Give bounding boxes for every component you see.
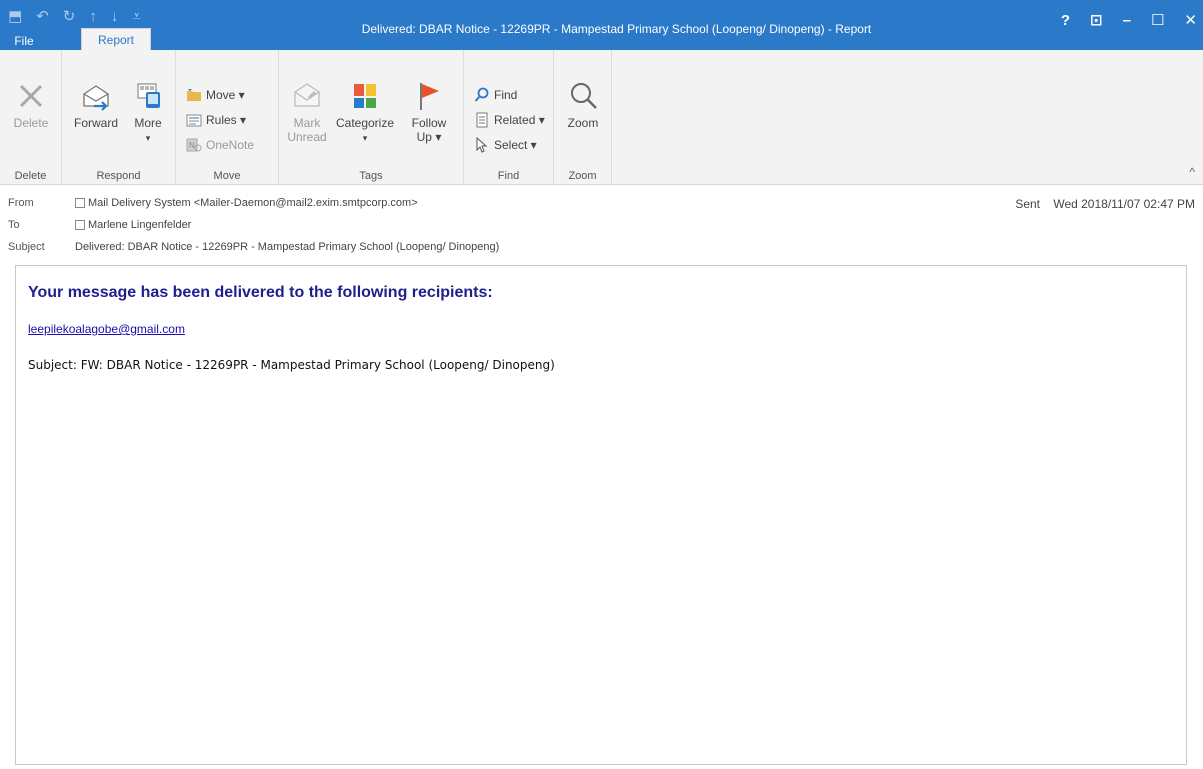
related-icon <box>476 112 488 128</box>
mark-unread-button[interactable]: Mark Unread <box>285 80 329 144</box>
collapse-ribbon-icon[interactable]: ^ <box>1189 165 1195 179</box>
minimize-button[interactable]: – <box>1123 12 1131 30</box>
find-group-label: Find <box>497 170 520 182</box>
onenote-icon: N <box>186 138 202 152</box>
window-title: Delivered: DBAR Notice - 12269PR - Mampe… <box>361 22 872 36</box>
cursor-icon <box>476 137 488 153</box>
zoom-button[interactable]: Zoom <box>560 80 606 130</box>
related-button[interactable]: Related ▾ <box>474 112 545 128</box>
follow-up-button[interactable]: Follow Up ▾ <box>401 80 457 144</box>
maximize-button[interactable]: ☐ <box>1151 12 1164 30</box>
move-group: Move ▾ Rules ▾ N OneNote Move <box>176 50 279 184</box>
subject-label: Subject <box>8 241 45 253</box>
delivery-heading: Your message has been delivered to the f… <box>28 284 493 301</box>
tags-group-label: Tags <box>359 170 383 182</box>
zoom-group: Zoom Zoom <box>554 50 612 184</box>
onenote-button[interactable]: N OneNote <box>186 137 254 153</box>
flag-icon <box>420 83 439 110</box>
move-group-label: Move <box>213 170 241 182</box>
from-value[interactable]: Mail Delivery System <Mailer-Daemon@mail… <box>88 197 418 209</box>
related-label: Related ▾ <box>494 113 545 127</box>
to-checkbox[interactable] <box>75 220 85 230</box>
more-button[interactable]: More ▾ <box>126 80 170 144</box>
forward-button[interactable]: Forward <box>68 80 124 130</box>
forward-label: Forward <box>73 116 118 130</box>
title-bar: ⬒ ↶ ↻ ↑ ↓ ⩡ Delivered: DBAR Notice - 122… <box>0 0 1203 51</box>
ribbon-display-button[interactable]: ⊡ <box>1090 12 1103 30</box>
move-folder-icon <box>187 89 201 101</box>
rules-icon <box>186 114 202 127</box>
categorize-icon <box>354 84 376 108</box>
zoom-label: Zoom <box>567 116 599 130</box>
move-button[interactable]: Move ▾ <box>186 87 245 103</box>
delete-button[interactable]: Delete <box>6 80 56 130</box>
follow-up-label-2: Up ▾ <box>416 130 442 144</box>
subject-row: Subject Delivered: DBAR Notice - 12269PR… <box>8 241 499 253</box>
sent-value: Wed 2018/11/07 02:47 PM <box>1053 197 1195 211</box>
forward-icon <box>83 85 109 111</box>
mark-unread-label-2: Unread <box>287 130 327 144</box>
rules-button[interactable]: Rules ▾ <box>186 112 246 128</box>
from-label: From <box>8 197 34 209</box>
delete-group: Delete Delete <box>0 50 62 184</box>
to-value[interactable]: Marlene Lingenfelder <box>88 219 191 231</box>
onenote-label: OneNote <box>206 138 255 152</box>
message-header: From Mail Delivery System <Mailer-Daemon… <box>0 185 1203 261</box>
move-label: Move ▾ <box>206 88 245 102</box>
sent-label: Sent <box>1015 197 1040 211</box>
to-row: To Marlene Lingenfelder <box>8 219 191 231</box>
delete-label: Delete <box>13 116 49 130</box>
tab-file[interactable]: File <box>0 32 48 50</box>
delete-icon <box>19 84 43 108</box>
more-label: More <box>134 116 162 130</box>
search-icon <box>474 87 489 102</box>
original-subject: Subject: FW: DBAR Notice - 12269PR - Mam… <box>28 358 555 372</box>
window-controls: ? ⊡ – ☐ ✕ <box>1061 12 1197 30</box>
message-body: Your message has been delivered to the f… <box>15 265 1187 765</box>
close-button[interactable]: ✕ <box>1184 12 1197 30</box>
categorize-button[interactable]: Categorize ▾ <box>331 80 399 144</box>
find-button[interactable]: Find <box>474 87 517 103</box>
mark-unread-icon <box>294 83 320 107</box>
respond-group-label: Respond <box>96 170 141 182</box>
sent-info: Sent Wed 2018/11/07 02:47 PM <box>1015 197 1195 211</box>
mark-unread-label-1: Mark <box>293 116 321 130</box>
ribbon: Delete Delete Forward More ▾ Respond Mov… <box>0 50 1203 185</box>
to-label: To <box>8 219 20 231</box>
from-checkbox[interactable] <box>75 198 85 208</box>
from-row: From Mail Delivery System <Mailer-Daemon… <box>8 197 418 209</box>
tab-report[interactable]: Report <box>81 28 151 51</box>
help-button[interactable]: ? <box>1061 12 1070 30</box>
respond-group: Forward More ▾ Respond <box>62 50 176 184</box>
categorize-caret-icon: ▾ <box>362 133 368 143</box>
more-respond-icon <box>137 83 160 108</box>
tags-group: Mark Unread Categorize ▾ Follow Up ▾ Tag… <box>279 50 464 184</box>
subject-value: Delivered: DBAR Notice - 12269PR - Mampe… <box>75 241 500 253</box>
find-group: Find Related ▾ Select ▾ Find <box>464 50 554 184</box>
categorize-label: Categorize <box>335 116 395 130</box>
follow-up-label-1: Follow <box>411 116 447 130</box>
zoom-group-label: Zoom <box>568 170 597 182</box>
find-label: Find <box>494 88 518 102</box>
rules-label: Rules ▾ <box>206 113 247 127</box>
svg-text:N: N <box>189 141 195 150</box>
recipient-link[interactable]: leepilekoalagobe@gmail.com <box>28 322 185 336</box>
delete-group-label: Delete <box>14 170 47 182</box>
select-button[interactable]: Select ▾ <box>474 137 537 153</box>
select-label: Select ▾ <box>494 138 537 152</box>
more-caret-icon: ▾ <box>145 133 151 143</box>
zoom-icon <box>571 83 597 109</box>
